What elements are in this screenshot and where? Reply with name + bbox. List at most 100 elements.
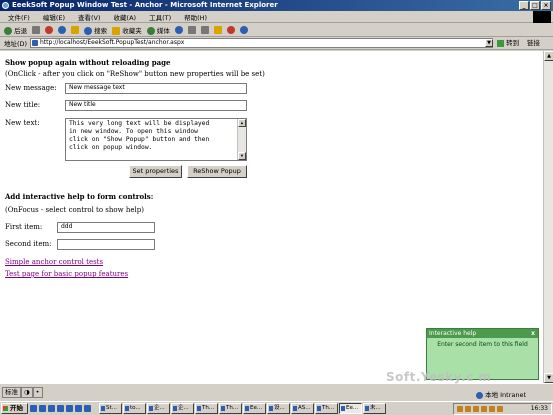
favorites-button[interactable]: 收藏夹 <box>112 25 142 35</box>
textarea-line: click on popup window. <box>69 144 153 151</box>
menu-file[interactable]: 文件(F) <box>8 12 30 22</box>
edit-icon[interactable] <box>213 26 222 34</box>
page-scrollbar[interactable]: ▲ ▼ <box>543 51 553 383</box>
text-label: New text: <box>5 119 40 127</box>
help-popup-header: Interactive help x <box>427 329 538 338</box>
scroll-up-icon[interactable]: ▲ <box>238 119 246 127</box>
discuss-icon[interactable] <box>226 26 235 34</box>
menu-help[interactable]: 帮助(H) <box>184 12 207 22</box>
tray-app-icon[interactable] <box>465 406 471 412</box>
messenger-quicklaunch-icon[interactable] <box>75 405 82 412</box>
tray-network-icon[interactable] <box>481 406 487 412</box>
window-title: EeekSoft Popup Window Test - Anchor - Mi… <box>12 1 278 9</box>
tray-app-icon[interactable] <box>457 406 463 412</box>
stop-icon[interactable] <box>45 26 54 34</box>
windows-logo-icon <box>533 11 551 23</box>
standard-toolbar: 后退 搜索 收藏夹 媒体 <box>0 24 553 37</box>
tray-ime-icon[interactable] <box>497 406 503 412</box>
second-item-input[interactable] <box>57 239 155 250</box>
go-button[interactable]: 转到 <box>497 38 519 48</box>
zone-status: 本地 Intranet <box>476 389 526 399</box>
title-label: New title: <box>5 101 41 109</box>
home-icon[interactable] <box>71 26 80 34</box>
basic-popup-link[interactable]: Test page for basic popup features <box>5 270 128 278</box>
language-bar: 标准 ◑ • <box>0 383 553 401</box>
textarea-line: This very long text will be displayed <box>69 120 210 127</box>
back-arrow-icon <box>4 27 12 35</box>
scroll-down-icon[interactable]: ▼ <box>238 152 246 160</box>
search-label: 搜索 <box>94 27 108 35</box>
taskbar-button[interactable]: AS... <box>291 403 314 414</box>
taskbar-button[interactable]: Th... <box>219 403 242 414</box>
page-scroll-up-icon[interactable]: ▲ <box>544 51 553 61</box>
page-scroll-down-icon[interactable]: ▼ <box>544 373 553 383</box>
text-textarea[interactable]: This very long text will be displayed in… <box>65 118 247 161</box>
media-quicklaunch-icon[interactable] <box>66 405 73 412</box>
search-icon <box>84 27 93 35</box>
taskbar-button[interactable]: Ee... <box>243 403 266 414</box>
reshow-popup-button[interactable]: ReShow Popup <box>187 165 247 178</box>
taskbar-button-active[interactable]: Ee... <box>339 403 362 414</box>
ie-quicklaunch-icon[interactable] <box>39 405 46 412</box>
ime-punct-icon[interactable]: • <box>32 387 43 398</box>
ie-app-icon <box>2 2 9 9</box>
address-input[interactable]: http://localhost/EeekSoft.PopupTest/anch… <box>30 38 493 48</box>
tray-app-icon[interactable] <box>473 406 479 412</box>
media-button[interactable]: 媒体 <box>146 25 170 35</box>
mail-icon[interactable] <box>187 26 196 34</box>
links-button[interactable]: 链接 <box>527 38 540 48</box>
taskbar-button[interactable]: Th... <box>315 403 338 414</box>
go-label: 转到 <box>506 39 520 47</box>
simple-anchor-link[interactable]: Simple anchor control tests <box>5 258 103 266</box>
taskbar-button[interactable]: 企... <box>171 403 194 414</box>
ime-half-width-icon[interactable]: ◑ <box>21 387 33 398</box>
page-content: Show popup again without reloading page … <box>0 51 543 383</box>
back-label: 后退 <box>14 27 28 35</box>
close-button[interactable]: × <box>541 1 551 10</box>
help-popup-title: Interactive help <box>429 330 477 337</box>
outlook-quicklaunch-icon[interactable] <box>48 405 55 412</box>
minimize-button[interactable]: _ <box>519 1 529 10</box>
menu-tools[interactable]: 工具(T) <box>149 12 171 22</box>
taskbar-button[interactable]: 未... <box>363 403 386 414</box>
media-icon <box>146 27 155 35</box>
menu-view[interactable]: 查看(V) <box>78 12 101 22</box>
messenger-icon[interactable] <box>239 26 248 34</box>
taskbar-button[interactable]: 企... <box>147 403 170 414</box>
clock[interactable]: 16:33 <box>531 404 548 414</box>
address-dropdown-icon[interactable]: ▼ <box>485 39 493 47</box>
forward-arrow-icon[interactable] <box>32 26 41 34</box>
taskbar-button[interactable]: 设... <box>267 403 290 414</box>
maximize-button[interactable]: □ <box>530 1 540 10</box>
set-properties-button[interactable]: Set properties <box>129 165 182 178</box>
window-title-bar[interactable]: EeekSoft Popup Window Test - Anchor - Mi… <box>0 0 553 11</box>
start-button[interactable]: 开始 <box>1 403 28 414</box>
search-button[interactable]: 搜索 <box>84 25 107 35</box>
ime-mode[interactable]: 标准 <box>2 387 21 398</box>
help-close-icon[interactable]: x <box>531 329 535 338</box>
menu-edit[interactable]: 编辑(E) <box>43 12 65 22</box>
textarea-scrollbar[interactable]: ▲ ▼ <box>237 119 246 160</box>
show-desktop-icon[interactable] <box>30 405 37 412</box>
message-input[interactable]: New message text <box>65 83 247 94</box>
print-icon[interactable] <box>200 26 209 34</box>
menu-favorites[interactable]: 收藏(A) <box>114 12 137 22</box>
taskbar-button[interactable]: Th... <box>195 403 218 414</box>
address-label: 地址(D) <box>4 40 28 48</box>
app-quicklaunch-icon[interactable] <box>84 405 91 412</box>
section1-heading: Show popup again without reloading page <box>5 58 171 67</box>
first-item-input[interactable]: ddd <box>57 222 155 233</box>
go-arrow-icon <box>497 39 504 47</box>
tray-volume-icon[interactable] <box>489 406 495 412</box>
history-icon[interactable] <box>174 26 183 34</box>
explorer-quicklaunch-icon[interactable] <box>57 405 64 412</box>
title-input[interactable]: New title <box>65 100 247 111</box>
zone-label: 本地 Intranet <box>485 391 527 399</box>
refresh-icon[interactable] <box>58 26 67 34</box>
back-button[interactable]: 后退 <box>4 25 27 35</box>
watermark: Soft.Yesky.c m <box>386 370 492 384</box>
taskbar-button[interactable]: St... <box>99 403 122 414</box>
page-icon <box>32 40 38 46</box>
taskbar-button[interactable]: to... <box>123 403 146 414</box>
menu-bar: 文件(F) 编辑(E) 查看(V) 收藏(A) 工具(T) 帮助(H) <box>0 11 553 23</box>
